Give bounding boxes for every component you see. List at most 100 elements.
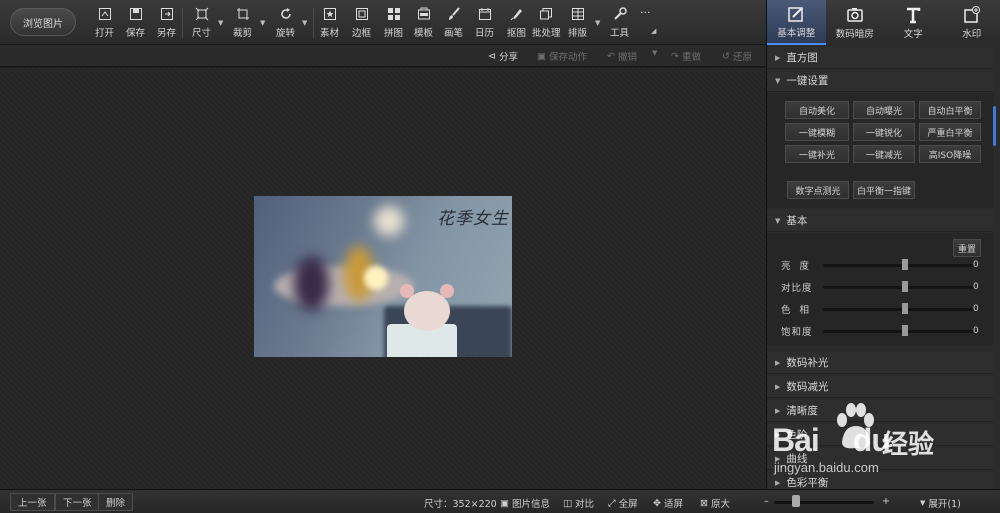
contrast-thumb[interactable] (902, 281, 908, 292)
tab-text[interactable]: 文字 (884, 0, 943, 45)
material-button[interactable]: 素材 (320, 6, 339, 40)
saturation-track[interactable] (823, 329, 973, 333)
section-color-balance-label: 色彩平衡 (786, 477, 829, 489)
brightness-track[interactable] (823, 263, 973, 267)
border-button[interactable]: 边框 (352, 6, 371, 40)
zoom-out-button[interactable]: – (764, 496, 769, 507)
redo-button[interactable]: ↷ 重做 (671, 49, 701, 64)
image-info-button[interactable]: ▣ 图片信息 (500, 496, 550, 511)
share-button[interactable]: ⊲ 分享 (488, 49, 518, 64)
crop-button[interactable]: 裁剪 (233, 6, 252, 40)
toolbar-separator (313, 8, 314, 38)
fullscreen-icon: ⤢ (608, 497, 616, 509)
section-curves[interactable]: ▶ 曲线 (767, 448, 993, 470)
image-canvas[interactable]: 花季女生 (0, 68, 766, 489)
one-click-grid: 自动美化 自动曝光 自动白平衡 一键模糊 一键锐化 严重白平衡 一键补光 一键减… (767, 93, 993, 208)
brush-button[interactable]: 画笔 (444, 6, 463, 40)
share-icon: ⊲ (488, 50, 496, 62)
rotate-button[interactable]: 旋转 (276, 6, 295, 40)
section-basic[interactable]: ▼ 基本 (767, 210, 993, 232)
save-action-button[interactable]: ▣ 保存动作 (537, 49, 587, 64)
tools-button[interactable]: 工具 (610, 6, 629, 40)
chevron-right-icon: ▶ (775, 358, 781, 367)
contrast-label: 对比度 (781, 283, 813, 294)
zoom-slider-thumb[interactable] (792, 495, 801, 507)
calendar-button[interactable]: 日历 (475, 6, 494, 40)
original-size-label: 原大 (710, 499, 730, 510)
calendar-label: 日历 (475, 28, 495, 39)
auto-exposure-button[interactable]: 自动曝光 (853, 101, 915, 119)
save-button[interactable]: 保存 (126, 6, 145, 40)
fit-screen-button[interactable]: ✥ 适屏 (653, 496, 683, 511)
section-clarity[interactable]: ▶ 清晰度 (767, 400, 993, 422)
white-balance-picker-button[interactable]: 白平衡一指键 (853, 181, 915, 199)
brightness-label: 亮 度 (781, 261, 813, 272)
crop-dropdown-icon[interactable]: ▼ (260, 19, 265, 27)
hue-slider-row: 色 相 0 (781, 302, 981, 316)
high-iso-denoise-button[interactable]: 高ISO降噪 (919, 145, 981, 163)
collage-button[interactable]: 拼图 (384, 6, 403, 40)
border-label: 边框 (352, 28, 372, 39)
auto-white-balance-button[interactable]: 自动白平衡 (919, 101, 981, 119)
saturation-thumb[interactable] (902, 325, 908, 336)
one-click-sharpen-button[interactable]: 一键锐化 (853, 123, 915, 141)
delete-button[interactable]: 删除 (98, 493, 134, 511)
prev-image-button[interactable]: 上一张 (10, 493, 55, 511)
open-button[interactable]: 打开 (95, 6, 114, 40)
save-as-button[interactable]: 另存 (157, 6, 176, 40)
section-histogram[interactable]: ▶ 直方图 (767, 47, 993, 69)
auto-beautify-button[interactable]: 自动美化 (785, 101, 849, 119)
fullscreen-label: 全屏 (618, 499, 638, 510)
compare-button[interactable]: ◫ 对比 (563, 496, 594, 511)
resize-label: 尺寸 (192, 28, 212, 39)
contrast-track[interactable] (823, 285, 973, 289)
undo-button[interactable]: ↶ 撤销 (607, 49, 637, 64)
section-levels[interactable]: ▶ 色阶 (767, 424, 993, 446)
browse-images-button[interactable]: 浏览图片 (10, 8, 76, 36)
photo-preview[interactable]: 花季女生 (254, 196, 512, 357)
cutout-button[interactable]: 抠图 (507, 6, 526, 40)
zoom-slider-track[interactable] (774, 501, 874, 504)
section-color-balance[interactable]: ▶ 色彩平衡 (767, 472, 993, 489)
expand-button[interactable]: ▼ 展开(1) (920, 496, 961, 510)
rotate-dropdown-icon[interactable]: ▼ (302, 19, 307, 27)
restore-button[interactable]: ↺ 还原 (722, 49, 752, 64)
next-image-button[interactable]: 下一张 (55, 493, 100, 511)
spot-metering-button[interactable]: 数字点测光 (787, 181, 849, 199)
reset-button[interactable]: 重置 (953, 239, 981, 257)
resize-dropdown-icon[interactable]: ▼ (218, 19, 223, 27)
one-click-reduce-light-button[interactable]: 一键减光 (853, 145, 915, 163)
one-click-fill-light-button[interactable]: 一键补光 (785, 145, 849, 163)
saturation-label: 饱和度 (781, 327, 813, 338)
panel-scrollbar[interactable] (993, 106, 996, 146)
layout-dropdown-icon[interactable]: ▼ (595, 19, 600, 27)
zoom-in-button[interactable]: + (882, 496, 890, 507)
strict-white-balance-button[interactable]: 严重白平衡 (919, 123, 981, 141)
undo-dropdown[interactable]: ▼ (652, 49, 657, 57)
expand-corner-icon[interactable]: ◢ (651, 27, 656, 35)
calendar-icon (477, 6, 493, 22)
tab-darkroom[interactable]: 数码暗房 (826, 0, 885, 45)
chevron-right-icon: ▶ (775, 382, 781, 391)
chevron-right-icon: ▶ (775, 430, 781, 439)
chevron-right-icon: ▶ (775, 53, 781, 62)
fullscreen-button[interactable]: ⤢ 全屏 (608, 496, 638, 511)
section-one-click[interactable]: ▼ 一键设置 (767, 70, 993, 92)
contrast-slider-row: 对比度 0 (781, 280, 981, 294)
section-reduce-light[interactable]: ▶ 数码减光 (767, 376, 993, 398)
template-button[interactable]: 模板 (414, 6, 433, 40)
tab-watermark-label: 水印 (962, 28, 982, 40)
batch-button[interactable]: 批处理 (532, 6, 561, 40)
hue-track[interactable] (823, 307, 973, 311)
original-size-button[interactable]: ⊠ 原大 (700, 496, 730, 511)
hue-thumb[interactable] (902, 303, 908, 314)
tab-basic-adjust[interactable]: 基本调整 (767, 0, 826, 45)
brightness-thumb[interactable] (902, 259, 908, 270)
tab-watermark[interactable]: 水印 (943, 0, 1000, 45)
section-fill-light[interactable]: ▶ 数码补光 (767, 352, 993, 374)
resize-button[interactable]: 尺寸 (192, 6, 211, 40)
adjust-icon (788, 6, 803, 22)
more-tools-button[interactable]: ··· (640, 6, 651, 40)
layout-button[interactable]: 排版 (568, 6, 587, 40)
one-click-blur-button[interactable]: 一键模糊 (785, 123, 849, 141)
